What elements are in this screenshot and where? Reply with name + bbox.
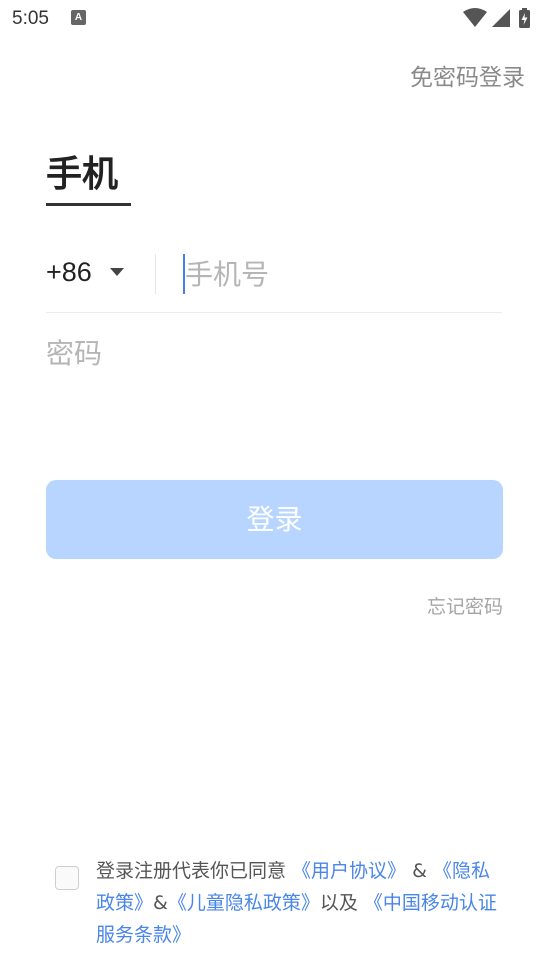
phone-row-underline: [46, 312, 502, 313]
agreement-text: 登录注册代表你已同意 《用户协议》 & 《隐私政策》&《儿童隐私政策》以及 《中…: [96, 855, 506, 951]
agreement-amp-2: &: [153, 892, 168, 914]
notification-a-icon: A: [71, 10, 86, 25]
country-code-selector[interactable]: +86: [46, 257, 92, 288]
agreement-and: 以及: [319, 892, 364, 914]
tab-phone[interactable]: 手机: [46, 145, 118, 197]
status-bar: 5:05 A: [0, 0, 549, 38]
battery-charging-icon: [519, 8, 530, 28]
tab-underline: [46, 203, 131, 206]
login-button[interactable]: 登录: [46, 480, 503, 559]
caret-down-icon[interactable]: [110, 268, 124, 276]
signal-icon: [492, 9, 510, 27]
agreement-checkbox[interactable]: [55, 866, 79, 890]
status-icons: [463, 7, 541, 29]
child-privacy-policy-link[interactable]: 《儿童隐私政策》: [168, 892, 320, 914]
phone-input[interactable]: [185, 252, 502, 296]
wifi-icon: [463, 8, 487, 27]
password-input[interactable]: [46, 331, 502, 375]
agreement-prefix: 登录注册代表你已同意: [96, 860, 293, 882]
agreement-amp-1: &: [406, 860, 433, 882]
status-time: 5:05: [12, 8, 49, 29]
phone-row-divider: [155, 254, 156, 294]
forgot-password-link[interactable]: 忘记密码: [427, 592, 503, 619]
user-agreement-link[interactable]: 《用户协议》: [292, 860, 406, 882]
password-free-login-link[interactable]: 免密码登录: [410, 58, 525, 92]
